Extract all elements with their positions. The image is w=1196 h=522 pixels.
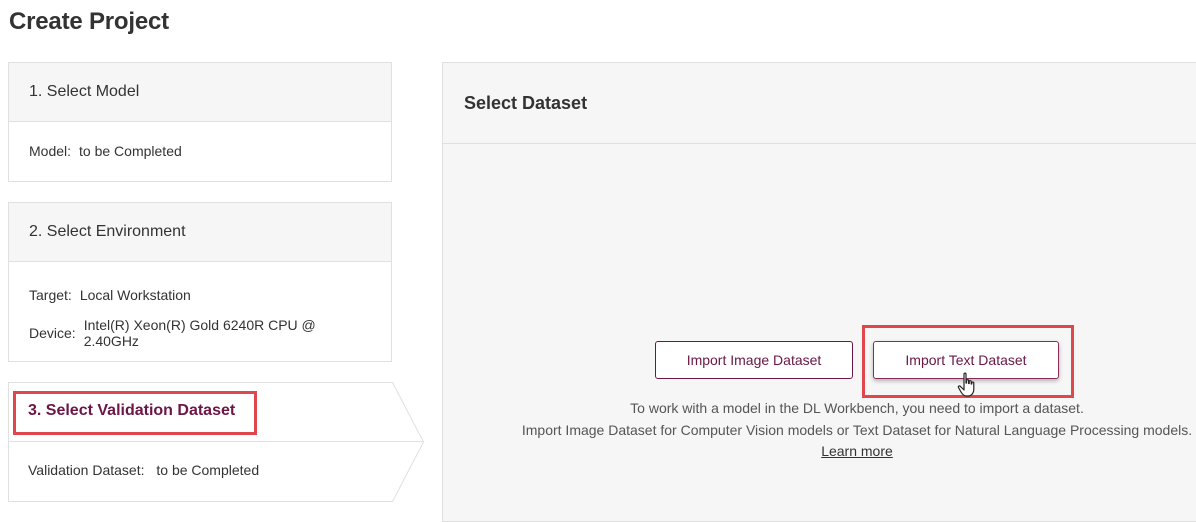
model-label: Model: [29, 143, 72, 159]
device-row: Device: Intel(R) Xeon(R) Gold 6240R CPU … [29, 317, 371, 349]
learn-more-row: Learn more [443, 443, 1196, 459]
info-line-1: To work with a model in the DL Workbench… [630, 400, 1084, 416]
step-select-environment[interactable]: 2. Select Environment Target: Local Work… [8, 202, 392, 362]
validation-dataset-row: Validation Dataset: to be Completed [28, 462, 259, 478]
import-image-dataset-button[interactable]: Import Image Dataset [655, 341, 853, 379]
select-dataset-title: Select Dataset [443, 63, 1196, 144]
device-label: Device: [29, 325, 76, 341]
validation-dataset-value: to be Completed [156, 462, 260, 478]
step-select-model[interactable]: 1. Select Model Model: to be Completed [8, 62, 392, 182]
device-value: Intel(R) Xeon(R) Gold 6240R CPU @ 2.40GH… [83, 317, 316, 349]
validation-dataset-label: Validation Dataset: [28, 462, 145, 478]
step-select-environment-header[interactable]: 2. Select Environment [9, 203, 391, 262]
target-label: Target: [29, 287, 72, 303]
model-value: to be Completed [79, 143, 182, 159]
step-select-model-header[interactable]: 1. Select Model [9, 63, 391, 122]
target-value: Local Workstation [79, 287, 191, 303]
model-row: Model: to be Completed [29, 122, 371, 180]
learn-more-link[interactable]: Learn more [821, 443, 893, 459]
step-select-validation-dataset[interactable]: 3. Select Validation Dataset Validation … [8, 382, 424, 502]
page-title: Create Project [9, 8, 169, 35]
info-line-2: Import Image Dataset for Computer Vision… [521, 422, 1193, 438]
step3-highlight-box [13, 391, 257, 435]
select-dataset-panel: Select Dataset Import Image Dataset Impo… [442, 62, 1196, 522]
hand-pointer-icon [957, 372, 975, 397]
target-row: Target: Local Workstation [29, 262, 371, 324]
